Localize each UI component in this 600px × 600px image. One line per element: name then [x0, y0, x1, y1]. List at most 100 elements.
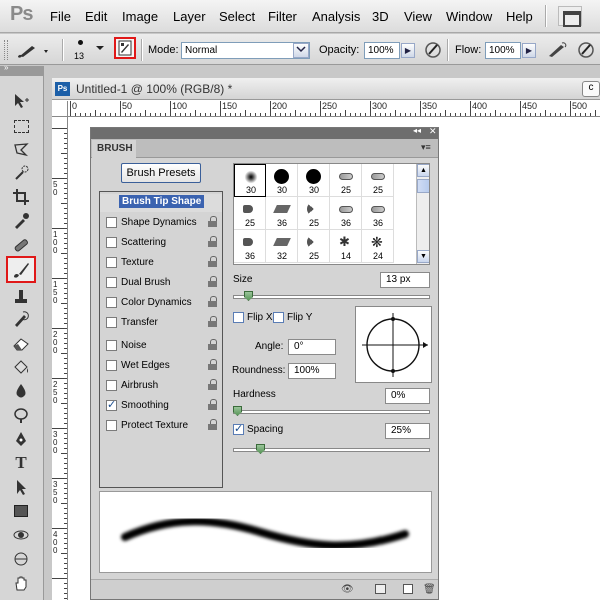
- brush-tool-icon[interactable]: [6, 256, 36, 283]
- blur-tool-icon[interactable]: [8, 380, 34, 402]
- scroll-down-arrow[interactable]: ▼: [417, 250, 429, 263]
- option-texture[interactable]: Texture: [100, 254, 222, 272]
- lock-icon[interactable]: [208, 276, 217, 287]
- option-noise[interactable]: Noise: [100, 337, 222, 355]
- menu-image[interactable]: Image: [122, 9, 158, 24]
- checkbox[interactable]: [106, 277, 117, 288]
- option-wet-edges[interactable]: Wet Edges: [100, 357, 222, 375]
- vertical-ruler[interactable]: 5 0 1 0 0 1 5 0 2 0 0 2 5 0 3 0 0 3 5 0 4 0 0: [52, 117, 68, 600]
- toggle-brush-panel-button[interactable]: [114, 37, 136, 59]
- lock-icon[interactable]: [208, 339, 217, 350]
- rectangle-tool-icon[interactable]: [8, 500, 34, 522]
- lock-icon[interactable]: [208, 236, 217, 247]
- option-transfer[interactable]: Transfer: [100, 314, 222, 332]
- move-tool-icon[interactable]: [8, 90, 34, 112]
- option-color-dynamics[interactable]: Color Dynamics: [100, 294, 222, 312]
- healing-brush-tool-icon[interactable]: [8, 234, 34, 256]
- airbrush-icon[interactable]: [546, 40, 568, 60]
- option-brush-tip-shape[interactable]: Brush Tip Shape: [100, 194, 222, 212]
- tab-brush[interactable]: BRUSH: [92, 140, 136, 158]
- opacity-field[interactable]: 100%: [364, 42, 400, 59]
- tablet-pressure-opacity-icon[interactable]: [423, 40, 443, 60]
- checkbox[interactable]: [106, 317, 117, 328]
- checkbox[interactable]: [106, 237, 117, 248]
- lock-icon[interactable]: [208, 399, 217, 410]
- lock-icon[interactable]: [208, 359, 217, 370]
- brush-tip-cell[interactable]: 36: [266, 197, 298, 230]
- brush-tip-cell[interactable]: 25: [298, 197, 330, 230]
- toolbox-header[interactable]: »: [0, 63, 44, 76]
- crop-tool-icon[interactable]: [8, 186, 34, 208]
- option-scattering[interactable]: Scattering: [100, 234, 222, 252]
- brush-presets-button[interactable]: Brush Presets: [121, 163, 201, 183]
- flip-y-checkbox[interactable]: [273, 312, 284, 323]
- menu-filter[interactable]: Filter: [268, 9, 297, 24]
- brush-picker[interactable]: 13: [70, 38, 108, 63]
- option-smoothing[interactable]: Smoothing: [100, 397, 222, 415]
- roundness-field[interactable]: 100%: [288, 363, 336, 379]
- angle-field[interactable]: 0°: [288, 339, 336, 355]
- spacing-checkbox[interactable]: ✓: [233, 423, 244, 435]
- checkbox[interactable]: [106, 257, 117, 268]
- type-tool-icon[interactable]: T: [8, 452, 34, 474]
- paint-bucket-tool-icon[interactable]: [8, 356, 34, 378]
- size-slider-knob[interactable]: [244, 291, 253, 301]
- size-slider-track[interactable]: [233, 295, 430, 299]
- option-protect-texture[interactable]: Protect Texture: [100, 417, 222, 435]
- menu-analysis[interactable]: Analysis: [312, 9, 360, 24]
- option-shape-dynamics[interactable]: Shape Dynamics: [100, 214, 222, 232]
- flow-slider-toggle[interactable]: ▶: [522, 43, 536, 58]
- brush-tip-cell[interactable]: 36: [330, 197, 362, 230]
- hardness-slider-track[interactable]: [233, 410, 430, 414]
- menu-select[interactable]: Select: [219, 9, 255, 24]
- brush-tip-cell[interactable]: ❋ 24: [362, 230, 394, 263]
- panel-title-strip[interactable]: ◂◂ ✕: [91, 126, 438, 139]
- flow-field[interactable]: 100%: [485, 42, 521, 59]
- lock-icon[interactable]: [208, 316, 217, 327]
- brush-tip-cell[interactable]: 25: [330, 164, 362, 197]
- lock-icon[interactable]: [208, 296, 217, 307]
- grip-handle[interactable]: [4, 40, 8, 60]
- document-tab[interactable]: Ps Untitled-1 @ 100% (RGB/8) * c: [52, 78, 600, 100]
- trash-icon[interactable]: 🗑: [423, 584, 436, 595]
- tip-grid-scrollbar[interactable]: ▲ ▼: [416, 164, 429, 264]
- 3d-rotate-tool-icon[interactable]: [8, 524, 34, 546]
- brush-tip-cell[interactable]: 32: [266, 230, 298, 263]
- menu-view[interactable]: View: [404, 9, 432, 24]
- brush-tip-cell[interactable]: ✱ 14: [330, 230, 362, 263]
- document-close-button[interactable]: c: [582, 81, 600, 97]
- 3d-orbit-tool-icon[interactable]: [8, 548, 34, 570]
- panel-menu-icon[interactable]: ▾≡: [421, 142, 431, 153]
- checkbox[interactable]: [106, 360, 117, 371]
- hand-tool-icon[interactable]: [8, 572, 34, 594]
- brush-tip-cell[interactable]: 25: [298, 230, 330, 263]
- option-airbrush[interactable]: Airbrush: [100, 377, 222, 395]
- lock-icon[interactable]: [208, 256, 217, 267]
- collapse-panel-icon[interactable]: ◂◂: [413, 126, 421, 135]
- hardness-field[interactable]: 0%: [385, 388, 430, 404]
- menu-edit[interactable]: Edit: [85, 9, 107, 24]
- tool-preset-picker[interactable]: [14, 40, 54, 60]
- spacing-field[interactable]: 25%: [385, 423, 430, 439]
- spacing-slider-knob[interactable]: [256, 444, 265, 454]
- hardness-slider-knob[interactable]: [233, 406, 242, 416]
- lock-icon[interactable]: [208, 419, 217, 430]
- dodge-tool-icon[interactable]: [8, 404, 34, 426]
- mode-dropdown-arrow[interactable]: [293, 43, 309, 58]
- size-field[interactable]: 13 px: [380, 272, 430, 288]
- brush-tip-cell[interactable]: 30: [298, 164, 330, 197]
- clone-stamp-tool-icon[interactable]: [8, 285, 34, 307]
- brush-tip-cell[interactable]: 30: [234, 164, 266, 197]
- marquee-tool-icon[interactable]: [8, 115, 34, 137]
- ruler-origin[interactable]: [52, 101, 68, 117]
- lock-icon[interactable]: [208, 379, 217, 390]
- menu-file[interactable]: File: [50, 9, 71, 24]
- close-panel-icon[interactable]: ✕: [429, 126, 437, 137]
- checkbox[interactable]: [106, 340, 117, 351]
- checkbox[interactable]: [106, 297, 117, 308]
- lock-icon[interactable]: [208, 216, 217, 227]
- option-dual-brush[interactable]: Dual Brush: [100, 274, 222, 292]
- menu-help[interactable]: Help: [506, 9, 533, 24]
- quick-selection-tool-icon[interactable]: [8, 162, 34, 184]
- eyedropper-tool-icon[interactable]: [8, 210, 34, 232]
